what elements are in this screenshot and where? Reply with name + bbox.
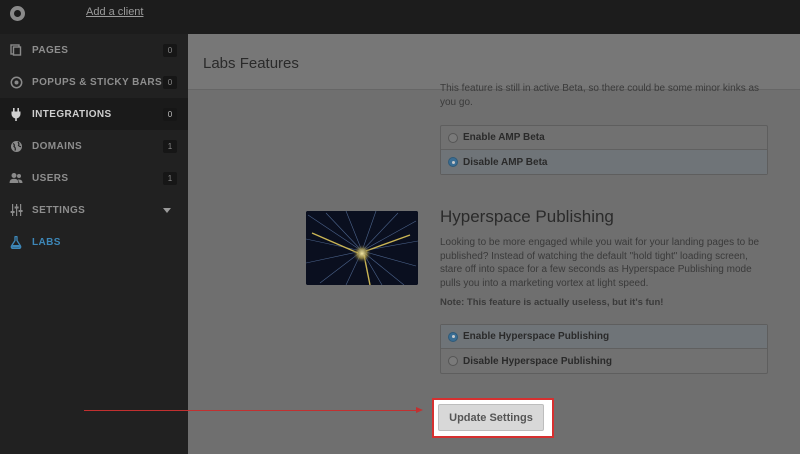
sidebar-item-label: LABS <box>32 236 61 248</box>
popups-icon <box>9 75 23 89</box>
sidebar-item-settings[interactable]: SETTINGS <box>0 194 188 226</box>
disable-amp-option[interactable]: Disable AMP Beta <box>441 150 767 174</box>
amp-description: This feature is still in active Beta, so… <box>440 83 760 108</box>
annotation-arrow <box>84 410 418 411</box>
option-label: Disable AMP Beta <box>463 156 548 168</box>
sidebar-item-label: INTEGRATIONS <box>32 108 112 120</box>
sidebar-item-label: USERS <box>32 172 69 184</box>
amp-options: Enable AMP Beta Disable AMP Beta <box>440 125 768 175</box>
top-bar: Add a client <box>0 0 800 34</box>
count-badge: 0 <box>163 75 177 89</box>
count-badge: 0 <box>163 107 177 121</box>
count-badge: 1 <box>163 139 177 153</box>
disable-amp-radio[interactable] <box>448 157 458 167</box>
enable-hyperspace-option[interactable]: Enable Hyperspace Publishing <box>441 325 767 349</box>
sidebar-item-popups[interactable]: POPUPS & STICKY BARS 0 <box>0 66 188 98</box>
hyperspace-options: Enable Hyperspace Publishing Disable Hyp… <box>440 324 768 374</box>
sliders-icon <box>9 203 23 217</box>
page-title: Labs Features <box>203 55 299 72</box>
add-client-link[interactable]: Add a client <box>86 6 143 18</box>
sidebar-item-integrations[interactable]: INTEGRATIONS 0 <box>0 98 188 130</box>
sidebar-item-label: DOMAINS <box>32 140 83 152</box>
logo-icon[interactable] <box>10 6 25 21</box>
chevron-down-icon <box>163 207 171 213</box>
hyperspace-image <box>306 211 418 285</box>
sidebar-item-pages[interactable]: PAGES 0 <box>0 34 188 66</box>
users-icon <box>9 171 23 185</box>
plug-icon <box>9 107 23 121</box>
pages-icon <box>9 43 23 57</box>
count-badge: 0 <box>163 43 177 57</box>
hyperspace-title: Hyperspace Publishing <box>440 207 614 226</box>
arrow-head-icon <box>416 407 423 413</box>
sidebar: PAGES 0 POPUPS & STICKY BARS 0 INTEGRATI… <box>0 34 188 454</box>
sidebar-item-label: SETTINGS <box>32 204 86 216</box>
option-label: Enable Hyperspace Publishing <box>463 331 610 342</box>
sidebar-item-label: POPUPS & STICKY BARS <box>32 76 163 88</box>
main-content: Labs Features This feature is still in a… <box>188 34 800 454</box>
option-label: Disable Hyperspace Publishing <box>463 355 612 367</box>
hyperspace-note: Note: This feature is actually useless, … <box>440 297 664 308</box>
globe-icon <box>9 139 23 153</box>
count-badge: 1 <box>163 171 177 185</box>
sidebar-item-labs[interactable]: LABS <box>0 226 188 258</box>
sidebar-item-label: PAGES <box>32 44 69 56</box>
flask-icon <box>9 235 23 249</box>
enable-hyperspace-radio[interactable] <box>448 331 458 342</box>
sidebar-item-users[interactable]: USERS 1 <box>0 162 188 194</box>
hyperspace-description: Looking to be more engaged while you wai… <box>440 237 760 289</box>
disable-hyperspace-option[interactable]: Disable Hyperspace Publishing <box>441 349 767 373</box>
option-label: Enable AMP Beta <box>463 132 545 143</box>
enable-amp-option[interactable]: Enable AMP Beta <box>441 126 767 150</box>
disable-hyperspace-radio[interactable] <box>448 356 458 366</box>
enable-amp-radio[interactable] <box>448 132 458 143</box>
update-settings-button[interactable]: Update Settings <box>438 404 544 431</box>
sidebar-item-domains[interactable]: DOMAINS 1 <box>0 130 188 162</box>
